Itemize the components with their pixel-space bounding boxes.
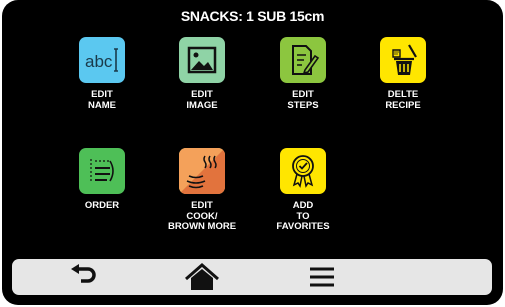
- award-ribbon-icon: [280, 148, 326, 194]
- list-icon: [79, 148, 125, 194]
- bottom-nav-bar: [12, 259, 492, 295]
- screen: SNACKS: 1 SUB 15cm abc EDIT NAME EDIT IM…: [2, 0, 503, 305]
- home-icon: [184, 263, 220, 291]
- hamburger-menu-icon: [309, 267, 335, 287]
- edit-steps-label: EDIT STEPS: [287, 89, 319, 111]
- edit-cook-label: EDIT COOK/ BROWN MORE: [167, 200, 237, 232]
- back-button[interactable]: [54, 259, 114, 295]
- trash-icon: [380, 37, 426, 83]
- text-cursor-icon: abc: [79, 37, 125, 83]
- document-pencil-icon: [280, 37, 326, 83]
- home-button[interactable]: [172, 259, 232, 295]
- order-label: ORDER: [84, 200, 120, 211]
- heat-waves-icon: [179, 148, 225, 194]
- delete-recipe-label: DELTE RECIPE: [385, 89, 421, 111]
- back-arrow-icon: [69, 264, 99, 290]
- picture-icon: [179, 37, 225, 83]
- add-to-favorites-label: ADD TO FAVORITES: [276, 200, 330, 232]
- edit-name-label: EDIT NAME: [88, 89, 116, 111]
- icon-text: abc: [85, 52, 113, 71]
- edit-image-label: EDIT IMAGE: [186, 89, 218, 111]
- menu-button[interactable]: [292, 259, 352, 295]
- page-title: SNACKS: 1 SUB 15cm: [180, 8, 325, 24]
